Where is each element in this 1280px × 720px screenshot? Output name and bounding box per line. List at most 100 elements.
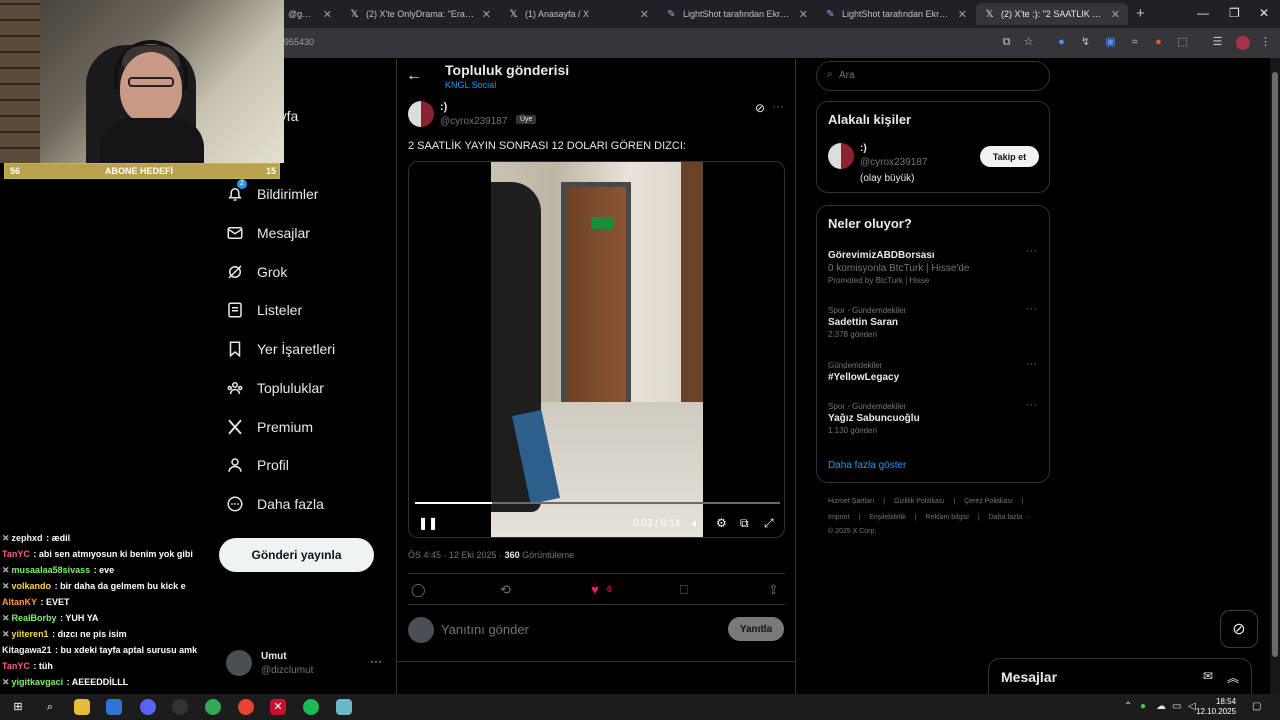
close-tab-icon[interactable]: ✕ xyxy=(640,8,649,21)
extension-icon[interactable]: ● xyxy=(1152,36,1165,49)
extension-icon[interactable]: ● xyxy=(1055,36,1068,49)
new-tab-button[interactable]: + xyxy=(1136,5,1145,22)
extension-icon[interactable]: ≈ xyxy=(1128,36,1141,49)
browser-menu-icon[interactable]: ⋮ xyxy=(1259,36,1272,49)
post-author-handle[interactable]: @cyrox239187 xyxy=(440,116,507,127)
close-tab-icon[interactable]: ✕ xyxy=(958,8,967,21)
browser-tab[interactable]: @gmail.com ✕ xyxy=(280,3,340,25)
obs-icon[interactable] xyxy=(172,699,188,715)
nav-item-x-logo[interactable]: Premium xyxy=(226,415,313,439)
more-icon[interactable]: ··· xyxy=(772,99,784,113)
browser-tab[interactable]: ✎ LightShot tarafından Ekran Görü ✕ xyxy=(658,3,816,25)
extension-icon[interactable]: ↯ xyxy=(1079,36,1092,49)
messages-drawer[interactable]: Mesajlar ✉ ︽ xyxy=(988,658,1252,694)
close-tab-icon[interactable]: ✕ xyxy=(799,8,808,21)
bookmark-icon[interactable]: ⎕ xyxy=(680,582,688,598)
like-heart-icon[interactable]: ♥ xyxy=(591,582,599,597)
pause-icon[interactable]: ❚❚ xyxy=(418,516,438,530)
show-more-link[interactable]: Daha fazla göster xyxy=(828,460,906,471)
tray-icon[interactable]: ☁ xyxy=(1156,701,1166,712)
footer-link[interactable]: Daha fazla ··· xyxy=(989,514,1031,521)
nav-item-person[interactable]: Profil xyxy=(226,453,289,477)
scrollbar[interactable] xyxy=(1270,58,1280,694)
file-explorer-icon[interactable] xyxy=(74,699,90,715)
nav-item-list[interactable]: Listeler xyxy=(226,298,302,322)
search-input[interactable]: Ara xyxy=(839,70,855,81)
discord-icon[interactable] xyxy=(140,699,156,715)
grok-icon[interactable]: ⊘ xyxy=(755,101,765,115)
footer-link[interactable]: Gizlilik Politikası xyxy=(894,498,944,505)
chevron-up-icon[interactable]: ︽ xyxy=(1227,669,1239,686)
repost-icon[interactable]: ⟲ xyxy=(500,582,511,598)
search-icon[interactable]: ⌕ xyxy=(42,699,58,715)
reply-input[interactable]: Yanıtını gönder xyxy=(441,622,529,637)
bookmark-star-icon[interactable]: ☆ xyxy=(1022,36,1035,49)
footer-link[interactable]: Hizmet Şartları xyxy=(828,498,874,505)
back-arrow-icon[interactable]: ← xyxy=(406,67,422,85)
post-author-name[interactable]: :) xyxy=(440,101,447,113)
browser-tab[interactable]: ✎ LightShot tarafından Ekran Gör ✕ xyxy=(817,3,975,25)
chrome-icon[interactable] xyxy=(238,699,254,715)
browser-tab[interactable]: 𝕏 (2) X'te OnlyDrama: "Eray ve D ✕ xyxy=(341,3,499,25)
grok-floating-button[interactable]: ⊘ xyxy=(1220,610,1258,648)
browser-tab[interactable]: 𝕏 (2) X'te :): "2 SAATLIK YAYIN ✕ xyxy=(976,3,1128,25)
nav-item-more-circle[interactable]: Daha fazla xyxy=(226,492,324,516)
volume-icon[interactable]: ◁ xyxy=(1188,701,1196,712)
more-icon[interactable]: ··· xyxy=(1026,399,1037,411)
volume-icon[interactable]: 🔈︎ xyxy=(692,516,699,531)
tray-chevron-icon[interactable]: ⌃ xyxy=(1124,701,1132,712)
person-name[interactable]: :) xyxy=(860,143,867,154)
app-icon[interactable] xyxy=(336,699,352,715)
media-icon[interactable]: ☰ xyxy=(1211,36,1224,49)
fullscreen-icon[interactable]: ⤢ xyxy=(764,516,774,531)
more-icon[interactable]: ··· xyxy=(1026,303,1037,315)
nav-item-mail[interactable]: Mesajlar xyxy=(226,221,310,245)
nav-item-bookmark[interactable]: Yer İşaretleri xyxy=(226,337,335,361)
footer-link[interactable]: Erişilebilirlik xyxy=(869,514,906,521)
close-window-button[interactable]: ✕ xyxy=(1259,6,1269,20)
app-icon[interactable] xyxy=(106,699,122,715)
nav-item-communities[interactable]: Topluluklar xyxy=(226,376,324,400)
app-icon[interactable]: ✕ xyxy=(270,699,286,715)
close-tab-icon[interactable]: ✕ xyxy=(1111,8,1120,21)
network-icon[interactable]: ▭ xyxy=(1172,701,1181,712)
trend-item[interactable]: Spor · Gündemdekiler Sadettin Saran 2.378 … xyxy=(828,303,1038,339)
trend-item[interactable]: GörevimizABDBorsası 0 komisyonla BtcTurk … xyxy=(828,245,1038,285)
clock[interactable]: 18:54 12.10.2025 xyxy=(1196,697,1236,717)
more-icon[interactable]: ··· xyxy=(1026,245,1037,257)
video-progress-bar[interactable] xyxy=(415,502,780,504)
extensions-puzzle-icon[interactable]: ⬚ xyxy=(1176,36,1189,49)
close-tab-icon[interactable]: ✕ xyxy=(323,8,332,21)
nav-item-bell[interactable]: 2 Bildirimler xyxy=(226,179,318,206)
reply-button[interactable]: Yanıtla xyxy=(728,617,784,641)
pip-icon[interactable]: ⧉ xyxy=(740,516,749,531)
settings-gear-icon[interactable]: ⚙ xyxy=(716,516,727,530)
extension-icon[interactable]: ▣ xyxy=(1104,36,1117,49)
trend-item[interactable]: Spor · Gündemdekiler Yağız Sabuncuoğlu 1.1… xyxy=(828,399,1038,435)
restore-button[interactable]: ❐ xyxy=(1229,6,1240,20)
post-button[interactable]: Gönderi yayınla xyxy=(219,538,374,572)
url-text[interactable]: 955430 xyxy=(284,37,314,47)
share-icon[interactable]: ⇪ xyxy=(768,582,779,598)
notification-icon[interactable]: ▢ xyxy=(1252,701,1261,712)
footer-link[interactable]: Çerez Politikası xyxy=(964,498,1013,505)
chrome-icon[interactable] xyxy=(205,699,221,715)
more-icon[interactable]: ··· xyxy=(370,654,382,668)
new-message-icon[interactable]: ✉ xyxy=(1203,669,1213,683)
profile-avatar[interactable] xyxy=(1236,36,1250,50)
video-player[interactable]: ❚❚ 0:03 / 0:14 🔈︎ ⚙ ⧉ ⤢ xyxy=(408,161,785,538)
follow-button[interactable]: Takip et xyxy=(980,146,1039,167)
avatar[interactable] xyxy=(408,101,434,127)
close-tab-icon[interactable]: ✕ xyxy=(482,8,491,21)
spotify-icon[interactable] xyxy=(303,699,319,715)
footer-link[interactable]: Reklam bilgisi xyxy=(926,514,969,521)
nav-item-grok[interactable]: Grok xyxy=(226,260,287,284)
minimize-button[interactable]: — xyxy=(1197,6,1209,20)
more-icon[interactable]: ··· xyxy=(1026,358,1037,370)
account-switcher[interactable]: Umut @dizclumut ··· xyxy=(226,648,386,680)
browser-tab[interactable]: 𝕏 (1) Anasayfa / X ✕ xyxy=(500,3,657,25)
tray-icon[interactable]: ● xyxy=(1140,701,1146,712)
community-link[interactable]: KNGL Social xyxy=(445,80,496,90)
search-box[interactable]: ⌕ Ara xyxy=(816,61,1050,91)
install-icon[interactable]: ⧉ xyxy=(1000,36,1013,49)
